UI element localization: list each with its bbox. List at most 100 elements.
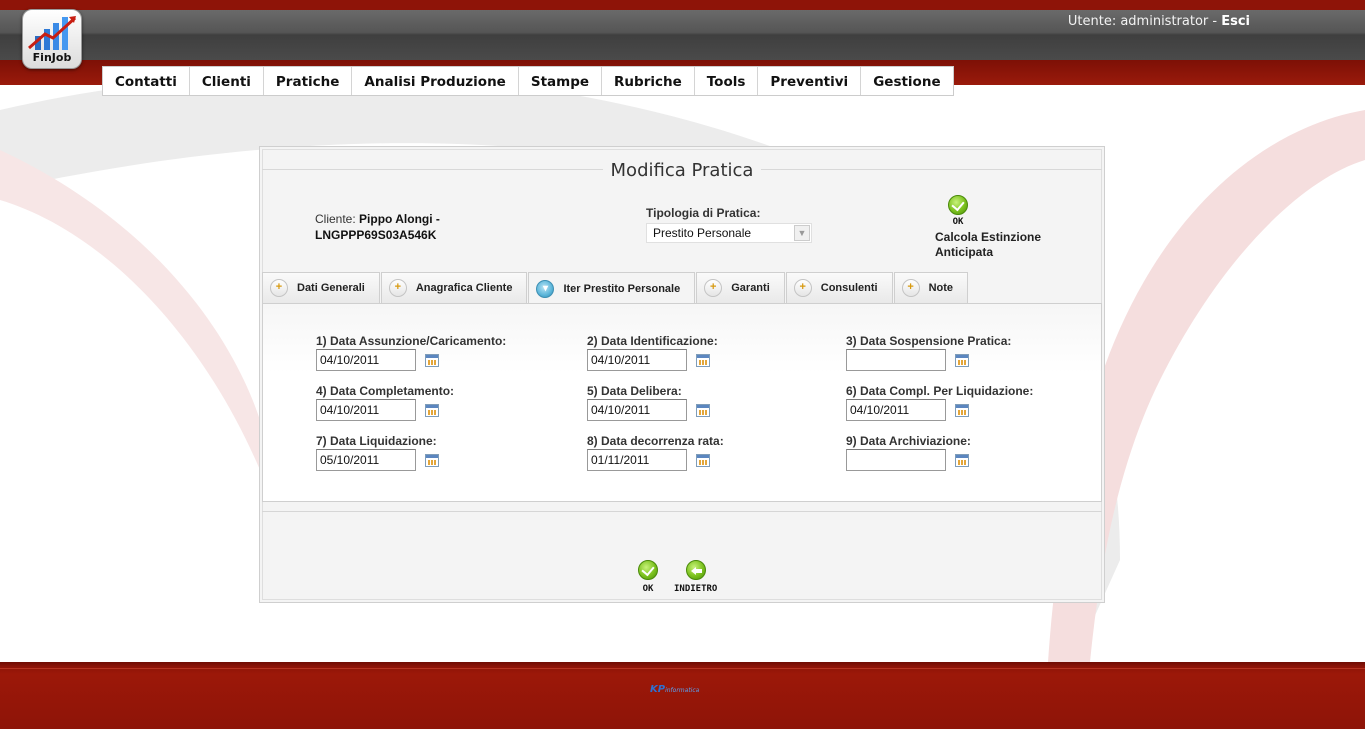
data-sospensione-input[interactable] xyxy=(846,349,946,371)
calendar-icon[interactable] xyxy=(696,453,710,467)
tab-label: Iter Prestito Personale xyxy=(563,282,681,295)
footer-logo-sub: informatica xyxy=(665,687,700,694)
field-label: 6) Data Compl. Per Liquidazione: xyxy=(846,384,1034,398)
back-label: INDIETRO xyxy=(674,584,718,594)
field-label: 3) Data Sospensione Pratica: xyxy=(846,334,1012,348)
data-delibera-input[interactable] xyxy=(587,399,687,421)
menu-item-clienti[interactable]: Clienti xyxy=(190,67,264,95)
field-data-sospensione: 3) Data Sospensione Pratica: xyxy=(846,334,1011,371)
ok-button[interactable]: OK xyxy=(638,560,658,594)
footer-line xyxy=(0,668,1365,669)
client-name: Pippo Alongi - xyxy=(359,212,440,226)
menu-item-analisi-produzione[interactable]: Analisi Produzione xyxy=(352,67,519,95)
calendar-icon[interactable] xyxy=(425,453,439,467)
calendar-icon[interactable] xyxy=(696,403,710,417)
data-archiviazione-input[interactable] xyxy=(846,449,946,471)
field-label: 7) Data Liquidazione: xyxy=(316,434,437,448)
header-red-strip xyxy=(0,0,1365,10)
data-liquidazione-input[interactable] xyxy=(316,449,416,471)
tipologia-value: Prestito Personale xyxy=(653,226,752,240)
tab-label: Note xyxy=(928,282,954,294)
logout-link[interactable]: Esci xyxy=(1221,14,1250,29)
field-data-delibera: 5) Data Delibera: xyxy=(587,384,710,421)
tab-consulenti[interactable]: Consulenti xyxy=(785,272,893,303)
plus-icon xyxy=(704,279,723,297)
modifica-pratica-panel: Modifica Pratica Cliente: Pippo Alongi -… xyxy=(259,146,1105,603)
back-arrow-icon xyxy=(685,560,706,580)
logo-text: FinJob xyxy=(32,51,72,64)
field-label: 9) Data Archiviazione: xyxy=(846,434,971,448)
tab-dati-generali[interactable]: Dati Generali xyxy=(262,272,380,303)
calendar-icon[interactable] xyxy=(696,353,710,367)
menu-item-stampe[interactable]: Stampe xyxy=(519,67,603,95)
field-label: 5) Data Delibera: xyxy=(587,384,682,398)
menu-item-tools[interactable]: Tools xyxy=(695,67,759,95)
calendar-icon[interactable] xyxy=(425,403,439,417)
tab-note[interactable]: Note xyxy=(893,272,969,303)
calendar-icon[interactable] xyxy=(955,453,969,467)
plus-icon xyxy=(901,279,920,297)
menu-item-rubriche[interactable]: Rubriche xyxy=(602,67,695,95)
calc-label-line2: Anticipata xyxy=(935,245,994,259)
tab-bar: Dati Generali Anagrafica Cliente Iter Pr… xyxy=(262,272,969,304)
tipologia-label: Tipologia di Pratica: xyxy=(646,206,761,220)
calendar-icon[interactable] xyxy=(425,353,439,367)
menu-item-pratiche[interactable]: Pratiche xyxy=(264,67,353,95)
data-compl-liquidazione-input[interactable] xyxy=(846,399,946,421)
tab-garanti[interactable]: Garanti xyxy=(696,272,785,303)
form-actions: OK INDIETRO xyxy=(638,560,733,594)
field-data-completamento: 4) Data Completamento: xyxy=(316,384,454,421)
tab-anagrafica-cliente[interactable]: Anagrafica Cliente xyxy=(380,272,528,303)
panel-title-wrap: Modifica Pratica xyxy=(260,160,1104,181)
footer-logo: KPinformatica xyxy=(650,684,699,695)
field-data-identificazione: 2) Data Identificazione: xyxy=(587,334,718,371)
menu-item-gestione[interactable]: Gestione xyxy=(861,67,952,95)
bar-chart-icon xyxy=(28,16,77,50)
field-label: 4) Data Completamento: xyxy=(316,384,455,398)
menu-item-contatti[interactable]: Contatti xyxy=(103,67,190,95)
menu-item-preventivi[interactable]: Preventivi xyxy=(758,67,862,95)
check-icon xyxy=(948,195,968,215)
tipologia-select[interactable]: Prestito Personale ▼ xyxy=(646,223,812,243)
data-identificazione-input[interactable] xyxy=(587,349,687,371)
tab-label: Anagrafica Cliente xyxy=(415,282,513,294)
tipologia-group: Tipologia di Pratica: Prestito Personale… xyxy=(646,206,812,243)
calc-ok-wrap: OK xyxy=(944,195,972,227)
panel-separator xyxy=(262,511,1102,512)
data-assunzione-input[interactable] xyxy=(316,349,416,371)
field-data-decorrenza-rata: 8) Data decorrenza rata: xyxy=(587,434,724,471)
main-menu: Contatti Clienti Pratiche Analisi Produz… xyxy=(102,66,954,96)
plus-icon xyxy=(388,279,407,297)
check-icon xyxy=(638,560,658,580)
page-title: Modifica Pratica xyxy=(602,160,762,181)
user-label: Utente: administrator - xyxy=(1067,14,1222,29)
ok-label: OK xyxy=(642,584,654,594)
tab-content-iter: 1) Data Assunzione/Caricamento: 2) Data … xyxy=(262,303,1102,502)
tab-label: Garanti xyxy=(731,282,770,294)
back-button[interactable]: INDIETRO xyxy=(674,560,717,594)
calendar-icon[interactable] xyxy=(955,403,969,417)
data-completamento-input[interactable] xyxy=(316,399,416,421)
client-info: Cliente: Pippo Alongi - LNGPPP69S03A546K xyxy=(315,211,440,243)
tab-iter-prestito-personale[interactable]: Iter Prestito Personale xyxy=(528,272,696,304)
calc-label: Calcola Estinzione Anticipata xyxy=(935,230,1041,260)
calendar-icon[interactable] xyxy=(955,353,969,367)
user-area: Utente: administrator - Esci xyxy=(1068,14,1250,29)
app-logo[interactable]: FinJob xyxy=(22,9,82,69)
data-decorrenza-rata-input[interactable] xyxy=(587,449,687,471)
field-label: 1) Data Assunzione/Caricamento: xyxy=(316,334,507,348)
client-label: Cliente: xyxy=(315,212,360,226)
plus-icon xyxy=(793,279,812,297)
expand-icon xyxy=(536,279,555,298)
footer: KPinformatica xyxy=(0,662,1365,729)
field-label: 8) Data decorrenza rata: xyxy=(587,434,724,448)
plus-icon xyxy=(270,279,288,297)
tab-label: Consulenti xyxy=(820,282,878,294)
field-data-compl-liquidazione: 6) Data Compl. Per Liquidazione: xyxy=(846,384,1033,421)
calc-ok-label: OK xyxy=(952,217,964,227)
calc-label-line1: Calcola Estinzione xyxy=(935,230,1042,244)
footer-logo-text: KP xyxy=(650,684,666,695)
field-data-liquidazione: 7) Data Liquidazione: xyxy=(316,434,439,471)
client-code: LNGPPP69S03A546K xyxy=(315,228,437,242)
chevron-down-icon[interactable]: ▼ xyxy=(794,225,810,241)
